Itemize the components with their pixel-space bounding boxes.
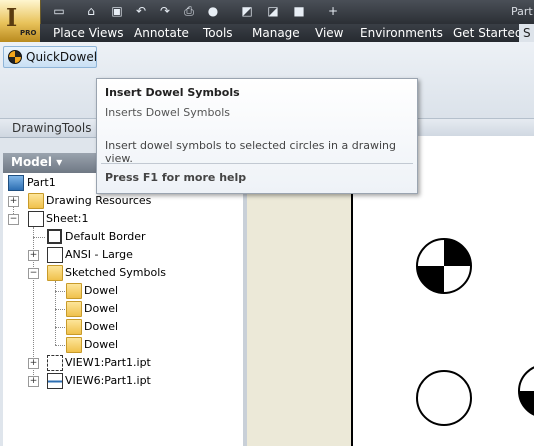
open-icon[interactable]: ⌂: [84, 4, 98, 18]
tree-node-sketched-symbols[interactable]: Sketched Symbols: [65, 264, 166, 282]
view-icon: [47, 373, 63, 389]
tree-node-dowel[interactable]: Dowel: [84, 300, 118, 318]
tree-node-part1[interactable]: Part1: [27, 174, 56, 192]
style-icon[interactable]: ■: [292, 4, 306, 18]
tab-active[interactable]: S: [519, 24, 534, 42]
tab-annotate[interactable]: Annotate: [134, 24, 189, 42]
tooltip-divider: [101, 163, 413, 164]
new-icon[interactable]: ▭: [52, 4, 66, 18]
expand-toggle[interactable]: +: [8, 196, 19, 207]
edition-label: PRO: [20, 29, 37, 37]
dowel-symbol-icon: [66, 337, 82, 353]
collapse-toggle[interactable]: −: [8, 214, 19, 225]
tooltip-help: Press F1 for more help: [105, 171, 247, 184]
titleblock-icon: [47, 247, 63, 263]
hole-circle[interactable]: [416, 370, 472, 426]
app-logo: I: [6, 3, 18, 32]
tree-node-default-border[interactable]: Default Border: [65, 228, 146, 246]
tree-node-dowel[interactable]: Dowel: [84, 318, 118, 336]
measure-icon[interactable]: ◩: [240, 4, 254, 18]
tab-place-views[interactable]: Place Views: [53, 24, 123, 42]
view-icon: [47, 355, 63, 371]
print-icon[interactable]: ⎙: [182, 4, 196, 18]
folder-icon: [28, 193, 44, 209]
undo-icon[interactable]: ↶: [134, 4, 148, 18]
dowel-symbol-icon: [66, 283, 82, 299]
dowel-icon: [8, 50, 22, 64]
tab-manage[interactable]: Manage: [252, 24, 300, 42]
tree-line: [55, 327, 65, 328]
dowel-symbol-icon: [66, 319, 82, 335]
collapse-toggle[interactable]: −: [28, 268, 39, 279]
tab-tools[interactable]: Tools: [203, 24, 233, 42]
redo-icon[interactable]: ↷: [158, 4, 172, 18]
tree-line: [55, 345, 65, 346]
tooltip: Insert Dowel Symbols Inserts Dowel Symbo…: [96, 78, 418, 194]
browser-title-label: Model: [11, 155, 53, 169]
tree-line: [55, 309, 65, 310]
expand-toggle[interactable]: +: [28, 358, 39, 369]
border-icon: [47, 229, 62, 244]
browser-title: Model ▾: [11, 155, 62, 169]
expand-toggle[interactable]: +: [28, 250, 39, 261]
tab-get-started[interactable]: Get Started: [453, 24, 523, 42]
dowel-symbol[interactable]: [416, 238, 472, 294]
tooltip-description: Insert dowel symbols to selected circles…: [105, 139, 396, 165]
chevron-down-icon: ▾: [56, 155, 63, 169]
dowel-symbol-icon: [66, 301, 82, 317]
quickdowel-label: QuickDowel: [26, 50, 98, 64]
select-icon[interactable]: ●: [206, 4, 220, 18]
tree-node-dowel[interactable]: Dowel: [84, 282, 118, 300]
tree-node-dowel[interactable]: Dowel: [84, 336, 118, 354]
window-title: Part: [511, 5, 533, 18]
tree-node-ansi-large[interactable]: ANSI - Large: [65, 246, 133, 264]
symbols-icon: [47, 265, 63, 281]
tree-node-view6[interactable]: VIEW6:Part1.ipt: [65, 372, 151, 390]
tree-node-sheet[interactable]: Sheet:1: [46, 210, 89, 228]
add-icon[interactable]: +: [326, 4, 340, 18]
tree-line: [33, 237, 45, 238]
tab-view[interactable]: View: [315, 24, 343, 42]
tree-node-drawing-resources[interactable]: Drawing Resources: [46, 192, 151, 210]
tab-environments[interactable]: Environments: [360, 24, 443, 42]
sheet-icon: [28, 211, 44, 227]
expand-toggle[interactable]: +: [28, 376, 39, 387]
save-icon[interactable]: ▣: [110, 4, 124, 18]
tooltip-subtitle: Inserts Dowel Symbols: [105, 106, 231, 119]
application-menu-button[interactable]: I PRO: [0, 0, 41, 42]
update-icon[interactable]: ◪: [266, 4, 280, 18]
tree-node-view1[interactable]: VIEW1:Part1.ipt: [65, 354, 151, 372]
quickdowel-button[interactable]: QuickDowel: [3, 46, 97, 68]
drawing-icon: [8, 175, 24, 191]
tooltip-title: Insert Dowel Symbols: [105, 86, 240, 99]
dowel-symbol[interactable]: [518, 365, 534, 417]
tree-line: [55, 291, 65, 292]
panel-label: DrawingTools: [12, 121, 92, 135]
